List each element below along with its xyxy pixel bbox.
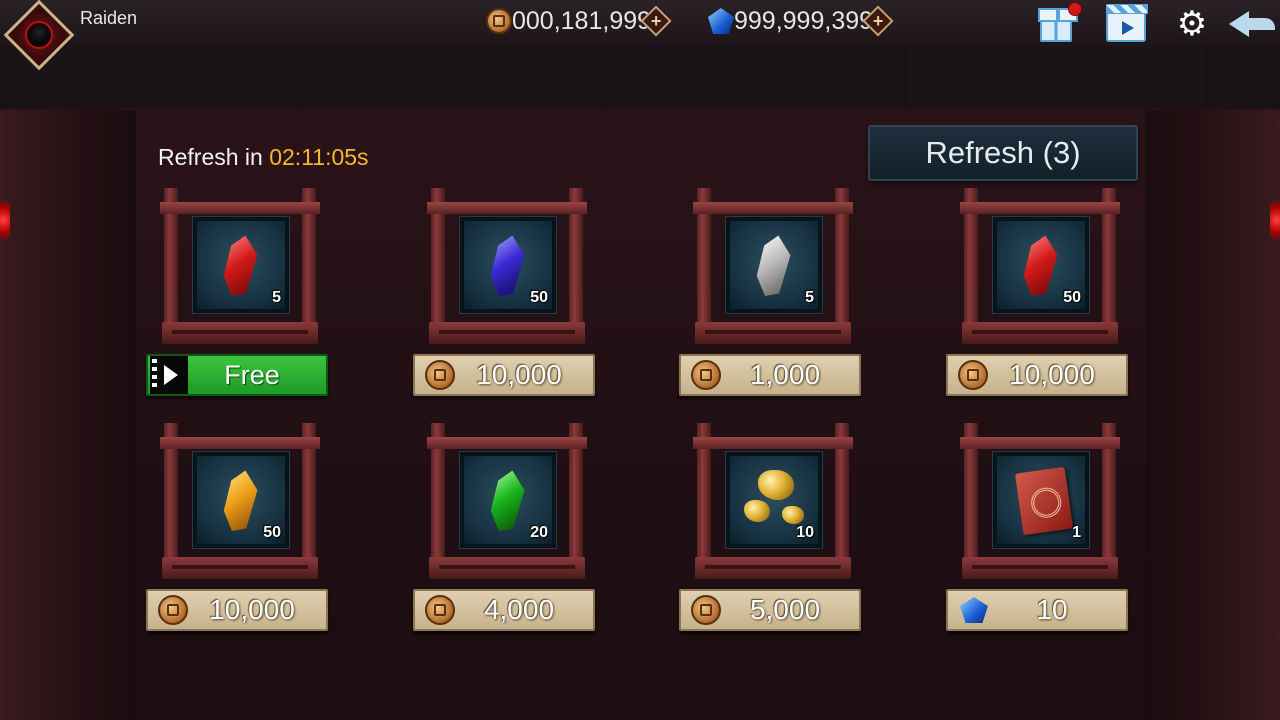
blue-crystal-icon: [485, 233, 529, 300]
shop-item[interactable]: 50 10,000: [413, 188, 613, 418]
shop-item[interactable]: 50 10,000: [946, 188, 1146, 418]
top-bar-lower-panel: [0, 46, 1280, 108]
item-tile: 20: [460, 452, 556, 548]
shop-item[interactable]: 5 Free: [146, 188, 346, 418]
plus-icon: +: [650, 10, 662, 31]
gem-currency: 999,999,399 +: [708, 5, 894, 37]
back-arrow-icon: [1229, 9, 1275, 39]
item-tile: 50: [193, 452, 289, 548]
right-curtain: [1140, 110, 1280, 720]
right-red-light: [1270, 200, 1280, 240]
item-quantity: 50: [1063, 289, 1081, 306]
item-tile: 5: [726, 217, 822, 313]
red-crystal-icon: [218, 233, 262, 300]
clapperboard-icon: [1106, 4, 1148, 42]
shop-item[interactable]: 5 1,000: [679, 188, 879, 418]
item-tile: 10: [726, 452, 822, 548]
notification-dot: [1068, 2, 1082, 16]
buy-button[interactable]: 4,000: [413, 589, 595, 631]
item-tile: 50: [993, 217, 1089, 313]
white-crystal-icon: [751, 233, 795, 300]
red-crystal-icon: [1018, 233, 1062, 300]
green-crystal-icon: [485, 468, 529, 535]
price-label: 10,000: [476, 359, 562, 390]
player-name: Raiden: [80, 8, 138, 28]
gem-amount: 999,999,399: [734, 6, 874, 35]
price-label: 4,000: [483, 594, 555, 625]
coin-icon: [425, 360, 455, 390]
item-tile: 50: [460, 217, 556, 313]
gear-icon: ⚙: [1176, 5, 1208, 43]
shop-item[interactable]: 10 5,000: [679, 423, 879, 653]
film-play-icon: [150, 356, 188, 394]
shop-item[interactable]: 1 10: [946, 423, 1146, 653]
refresh-button[interactable]: Refresh (3): [868, 125, 1138, 181]
buy-button[interactable]: 1,000: [679, 354, 861, 396]
gem-icon: [960, 597, 988, 623]
coin-icon: [691, 595, 721, 625]
shop-item[interactable]: 50 10,000: [146, 423, 346, 653]
price-label: 1,000: [749, 359, 821, 390]
back-button[interactable]: [1226, 4, 1278, 44]
left-red-light: [0, 200, 10, 240]
price-label: 10: [1036, 594, 1068, 625]
item-tile: 1: [993, 452, 1089, 548]
gift-icon: [1038, 8, 1078, 42]
item-quantity: 5: [805, 289, 814, 306]
price-label: Free: [224, 359, 280, 390]
price-label: 5,000: [749, 594, 821, 625]
gold-currency: 000,181,999 +: [486, 5, 672, 37]
shop-item[interactable]: 20 4,000: [413, 423, 613, 653]
gem-icon: [708, 8, 734, 34]
ninja-portrait-icon: [25, 21, 53, 49]
item-quantity: 20: [530, 524, 548, 541]
refresh-countdown: 02:11:05s: [269, 144, 369, 170]
scroll-icon: [1014, 466, 1074, 536]
item-quantity: 1: [1072, 524, 1081, 541]
buy-button[interactable]: 10,000: [946, 354, 1128, 396]
gold-amount: 000,181,999: [512, 6, 652, 35]
coin-icon: [425, 595, 455, 625]
refresh-timer: Refresh in 02:11:05s: [158, 144, 369, 171]
item-quantity: 50: [263, 524, 281, 541]
buy-button[interactable]: 10: [946, 589, 1128, 631]
item-tile: 5: [193, 217, 289, 313]
orange-crystal-icon: [218, 468, 262, 535]
price-label: 10,000: [209, 594, 295, 625]
refresh-prefix: Refresh in: [158, 144, 270, 170]
item-quantity: 50: [530, 289, 548, 306]
coin-icon: [958, 360, 988, 390]
video-button[interactable]: [1106, 4, 1148, 44]
price-label: 10,000: [1009, 359, 1095, 390]
coin-icon: [486, 8, 512, 34]
coin-icon: [691, 360, 721, 390]
free-video-button[interactable]: Free: [146, 354, 328, 396]
buy-button[interactable]: 5,000: [679, 589, 861, 631]
coin-icon: [158, 595, 188, 625]
plus-icon: +: [872, 10, 884, 31]
item-quantity: 10: [796, 524, 814, 541]
buy-button[interactable]: 10,000: [413, 354, 595, 396]
item-quantity: 5: [272, 289, 281, 306]
settings-button[interactable]: ⚙: [1172, 4, 1212, 44]
left-curtain: [0, 110, 140, 720]
buy-button[interactable]: 10,000: [146, 589, 328, 631]
